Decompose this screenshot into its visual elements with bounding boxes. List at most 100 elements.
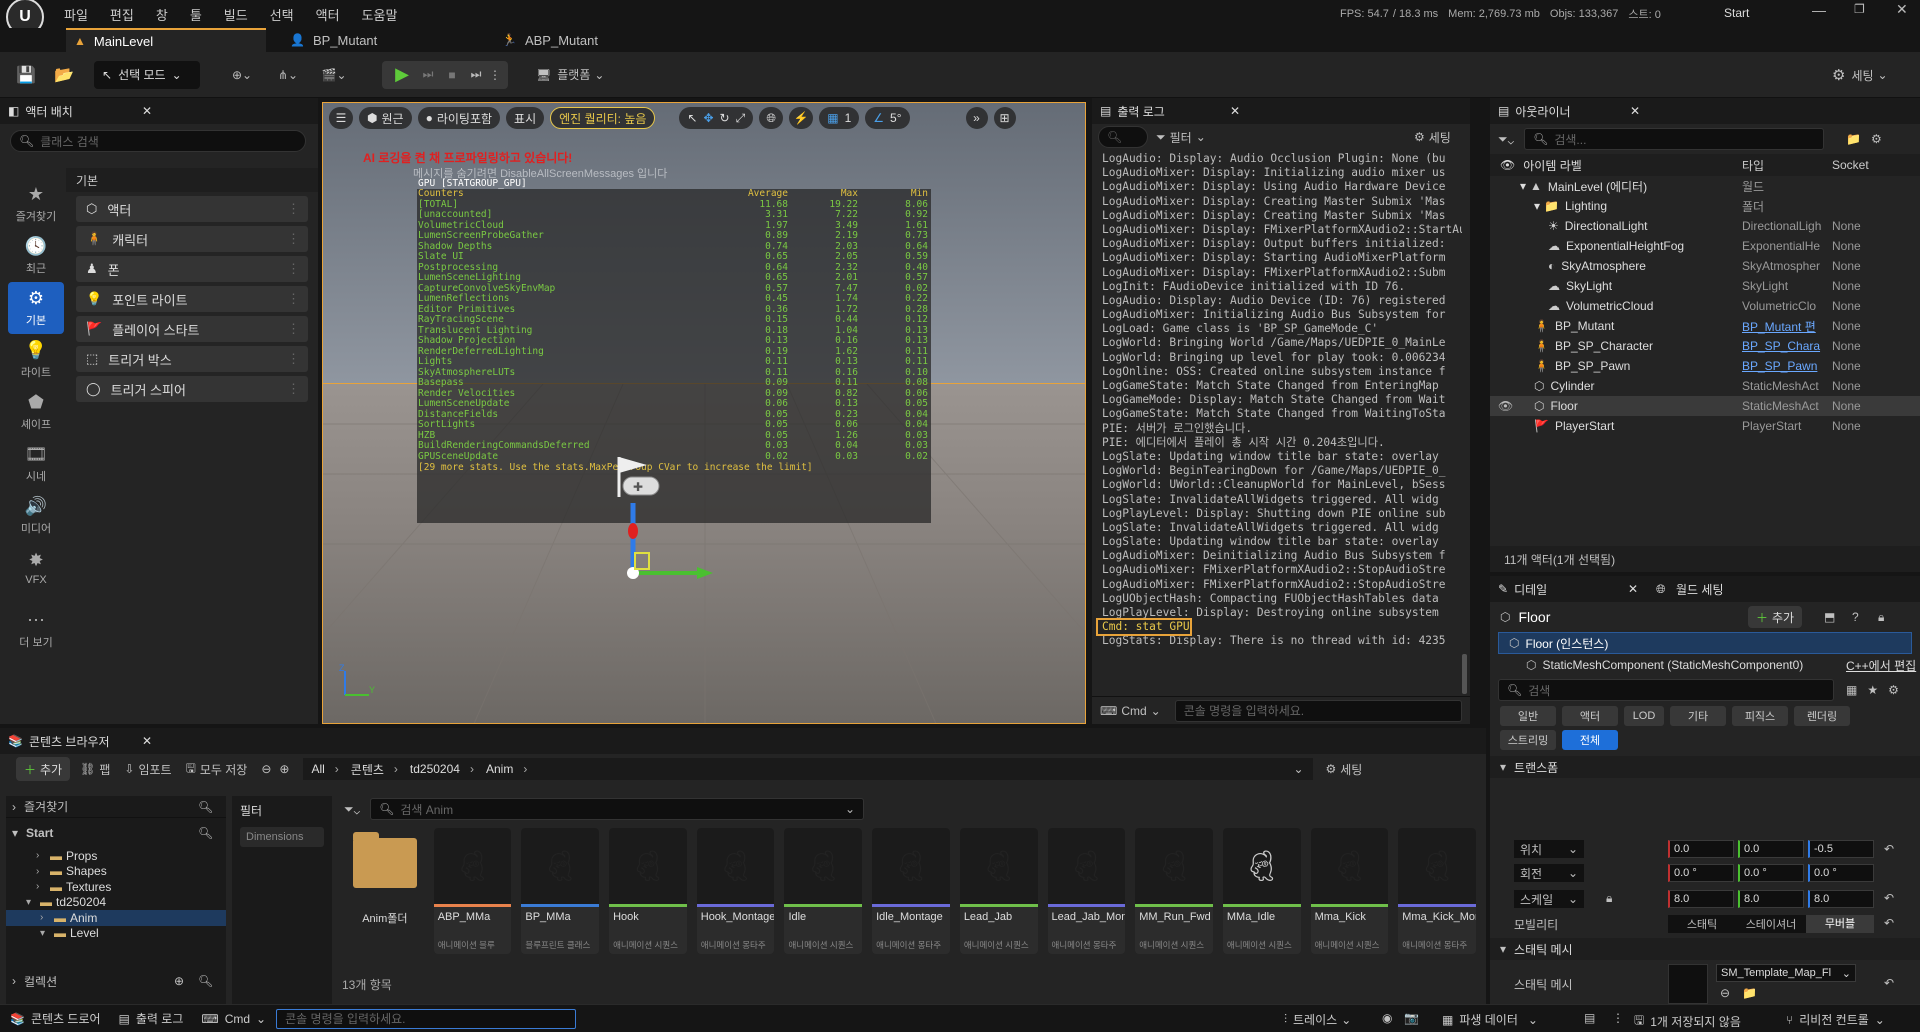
perspective-button[interactable]: ⬢ 원근 <box>359 107 412 129</box>
viewport-menu-button[interactable]: ☰ <box>329 107 353 129</box>
static-mesh-section[interactable]: ▾ 스태틱 메시 <box>1490 938 1920 960</box>
stationary-option[interactable]: 스테이셔너 <box>1736 916 1806 932</box>
folder-tree-item[interactable]: ▾ ▬ Level <box>6 926 226 942</box>
drag-handle-icon[interactable]: ⋮ <box>287 261 300 277</box>
show-button[interactable]: 표시 <box>506 107 545 129</box>
rotation-x-field[interactable]: 0.0 ° <box>1668 864 1734 882</box>
scale-dropdown[interactable]: 스케일 ⌄ <box>1514 890 1584 908</box>
lit-button[interactable]: ● 라이팅포함 <box>417 107 501 129</box>
more-icon[interactable]: » <box>965 107 988 129</box>
move-tool-icon[interactable]: ✥ <box>703 111 713 125</box>
reset-icon[interactable]: ↶ <box>1884 976 1894 990</box>
drag-handle-icon[interactable]: ⋮ <box>287 321 300 337</box>
rotation-dropdown[interactable]: 회전 ⌄ <box>1514 864 1584 882</box>
details-filter-tab[interactable]: 액터 <box>1562 706 1618 726</box>
place-item[interactable]: ◯ 트리거 스피어 ⋮ <box>76 376 308 402</box>
forward-icon[interactable]: ⊕ <box>279 762 289 776</box>
folder-tree-item[interactable]: › ▬ Anim <box>6 910 226 926</box>
category-8[interactable]: ⋯ 더 보기 <box>8 604 64 656</box>
new-folder-icon[interactable]: 📁 <box>1846 132 1861 146</box>
menu-item[interactable]: 창 <box>156 5 168 24</box>
asset-tile[interactable]: 🕺︎ Mma_Kick_Montage 애니메이션 몽타주 <box>1398 828 1476 954</box>
eject-icon[interactable]: ⏭ <box>464 67 488 82</box>
close-tab-icon[interactable]: ✕ <box>1630 104 1640 118</box>
save-all-label[interactable]: 모두 저장 <box>200 761 248 778</box>
place-item[interactable]: ⬚ 트리거 박스 ⋮ <box>76 346 308 372</box>
folder-asset[interactable]: Anim폴더 <box>346 828 424 954</box>
rotate-tool-icon[interactable]: ↻ <box>720 111 730 125</box>
menu-item[interactable]: 액터 <box>316 5 340 24</box>
menu-item[interactable]: 편집 <box>110 5 134 24</box>
tab-bp-mutant[interactable]: 👤 BP_Mutant <box>282 28 462 52</box>
location-z-field[interactable]: -0.5 <box>1808 840 1874 858</box>
revision-control-button[interactable]: ⑂ 리비전 컨트롤 ⌄ <box>1786 1011 1885 1028</box>
import-label[interactable]: 임포트 <box>138 761 171 778</box>
asset-tile[interactable]: 🕺︎ BP_MMa 블루프린트 클래스 <box>521 828 600 954</box>
category-7[interactable]: ✸ VFX <box>8 542 64 594</box>
fab-icon[interactable]: ⛓ <box>80 762 95 776</box>
engine-quality-button[interactable]: 엔진 퀄리티: 높음 <box>550 107 656 129</box>
location-x-field[interactable]: 0.0 <box>1668 840 1734 858</box>
log-console-input[interactable]: 콘솔 명령을 입력하세요. <box>1174 699 1462 722</box>
outliner-row[interactable]: ⬡ Cylinder StaticMeshAct None <box>1490 376 1920 396</box>
collections-header[interactable]: › 컬렉션 ⊕ 🔍︎ <box>6 970 226 992</box>
content-drawer-button[interactable]: 📚 콘텐츠 드로어 <box>10 1010 101 1027</box>
settings-label[interactable]: 세팅 <box>1340 761 1362 778</box>
category-3[interactable]: 💡 라이트 <box>8 334 64 386</box>
outliner-row[interactable]: ☁ VolumetricCloud VolumetricClo None <box>1490 296 1920 316</box>
outliner-row[interactable]: 🧍 BP_SP_Pawn BP_SP_Pawn None <box>1490 356 1920 376</box>
breadcrumb-item[interactable]: Anim <box>486 762 513 776</box>
breadcrumb-separator-icon[interactable]: › <box>394 762 398 776</box>
unsaved-button[interactable]: 🖫 1개 저장되지 않음 <box>1634 1011 1741 1032</box>
asset-tile[interactable]: 🕺︎ MMa_Idle 애니메이션 시퀀스 <box>1222 828 1301 954</box>
menu-item[interactable]: 툴 <box>190 5 202 24</box>
outliner-row[interactable]: ☁ ExponentialHeightFog ExponentialHe None <box>1490 236 1920 256</box>
save-all-icon[interactable]: 🖫 <box>186 759 196 780</box>
add-button[interactable]: ＋ 추가 <box>16 757 71 781</box>
browse-asset-icon[interactable]: ⊖ <box>1720 986 1730 1000</box>
details-filter-tab[interactable]: 일반 <box>1500 706 1556 726</box>
outliner-row[interactable]: 🧍 BP_Mutant BP_Mutant 편 None <box>1490 316 1920 336</box>
tree-toggle-icon[interactable]: ▾ <box>1534 199 1540 213</box>
transform-gizmo[interactable] <box>613 503 723 603</box>
level-viewport[interactable]: ☰ ⬢ 원근 ● 라이팅포함 표시 엔진 퀄리티: 높음 ↖ ✥ ↻ ⤢ 🌐︎ ⚡ … <box>322 102 1086 724</box>
asset-tile[interactable]: 🕺︎ Idle_Montage 애니메이션 몽타주 <box>872 828 950 954</box>
filter-icon[interactable]: ⏷⌄ <box>344 802 360 817</box>
import-icon[interactable]: ⇩ <box>124 762 134 776</box>
record-icon[interactable]: ◉ <box>1382 1011 1392 1025</box>
instance-row[interactable]: ⬡ Floor (인스턴스) <box>1498 632 1912 654</box>
place-item[interactable]: ♟ 폰 ⋮ <box>76 256 308 282</box>
drag-handle-icon[interactable]: ⋮ <box>287 381 300 397</box>
breadcrumb-item[interactable]: 콘텐츠 <box>351 761 384 778</box>
filter-icon[interactable]: ⏷⌄ <box>1498 132 1514 147</box>
cmd-dropdown[interactable]: ⌨ Cmd ⌄ <box>1100 704 1161 718</box>
world-local-icon[interactable]: 🌐︎ <box>759 107 784 129</box>
col-socket[interactable]: Socket <box>1832 158 1869 172</box>
outliner-row[interactable]: ☁ SkyLight SkyLight None <box>1490 276 1920 296</box>
details-filter-tab[interactable]: 기타 <box>1670 706 1726 726</box>
scale-x-field[interactable]: 8.0 <box>1668 890 1734 908</box>
grid-snap-button[interactable]: ▦ 1 <box>819 107 860 129</box>
rotation-z-field[interactable]: 0.0 ° <box>1808 864 1874 882</box>
asset-tile[interactable]: 🕺︎ ABP_MMa 애니메이션 블루 <box>433 828 512 954</box>
breadcrumb-item[interactable]: All <box>311 762 324 776</box>
static-option[interactable]: 스태틱 <box>1668 916 1736 932</box>
outliner-search-input[interactable]: 🔍︎ 검색... <box>1524 128 1825 150</box>
details-filter-tab[interactable]: 전체 <box>1562 730 1618 750</box>
details-tab[interactable]: 디테일 <box>1514 581 1547 598</box>
asset-search-input[interactable]: 🔍︎ 검색 Anim ⌄ <box>370 798 865 820</box>
scale-tool-icon[interactable]: ⤢ <box>736 111 746 126</box>
angle-snap-button[interactable]: ∠ 5° <box>865 107 910 129</box>
add-collection-icon[interactable]: ⊕ <box>174 974 184 988</box>
breadcrumb-separator-icon[interactable]: › <box>335 762 339 776</box>
screenshot-icon[interactable]: 📷 <box>1404 1011 1419 1025</box>
star-icon[interactable]: ★ <box>1867 683 1878 697</box>
dimensions-filter-chip[interactable]: Dimensions <box>240 827 324 847</box>
category-1[interactable]: 🕓 최근 <box>8 230 64 282</box>
place-item[interactable]: 💡 포인트 라이트 ⋮ <box>76 286 308 312</box>
outliner-row[interactable]: ▾ 📁 Lighting 폴더 <box>1490 196 1920 216</box>
more-options-icon[interactable]: ⋮ <box>488 68 502 82</box>
filter-dropdown[interactable]: ⏷ 필터 ⌄ <box>1156 129 1206 146</box>
search-icon[interactable]: 🔍︎ <box>198 800 213 814</box>
menu-item[interactable]: 파일 <box>64 5 88 24</box>
